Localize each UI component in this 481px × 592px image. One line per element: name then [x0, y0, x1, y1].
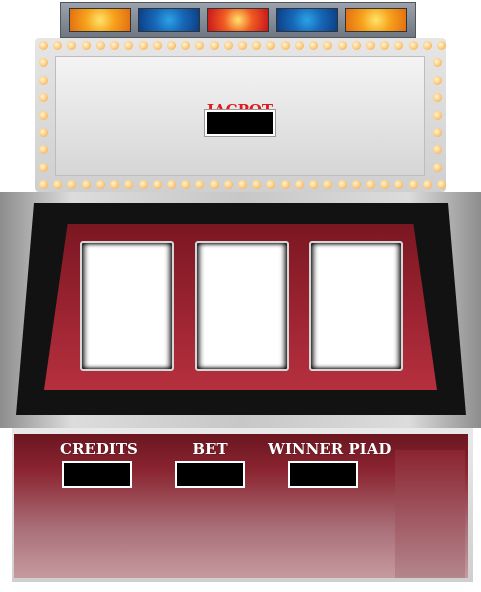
marquee-bulb-icon — [152, 41, 162, 50]
marquee-bulb-icon — [394, 180, 404, 189]
marquee-bulb-icon — [39, 162, 48, 172]
marquee-bulb-icon — [437, 41, 446, 50]
marquee-bulb-icon — [252, 41, 262, 50]
marquee-bulb-icon — [337, 180, 347, 189]
jackpot-display — [204, 109, 276, 137]
orange-lamp-icon — [345, 8, 407, 32]
marquee-bulb-icon — [365, 41, 375, 50]
marquee-bulb-icon — [422, 41, 432, 50]
marquee-bulb-icon — [95, 180, 105, 189]
marquee-bulb-icon — [323, 41, 333, 50]
marquee-bulb-icon — [53, 180, 63, 189]
bet-label: BET — [192, 440, 228, 458]
marquee-bulb-icon — [195, 41, 205, 50]
reel-1 — [80, 241, 174, 371]
marquee-bulb-icon — [209, 41, 219, 50]
marquee-bulb-icon — [422, 180, 432, 189]
credits-label: CREDITS — [60, 440, 138, 458]
marquee-bulb-icon — [280, 180, 290, 189]
marquee-bulb-icon — [238, 41, 247, 50]
marquee-bulb-icon — [433, 162, 442, 172]
marquee-bulb-icon — [110, 180, 120, 189]
marquee-bulb-icon — [181, 41, 191, 50]
panel-shade — [395, 450, 465, 578]
top-light-bar — [60, 2, 416, 38]
marquee-bulb-icon — [252, 180, 262, 189]
marquee-bulb-icon — [166, 41, 176, 50]
marquee-bulb-icon — [95, 41, 105, 50]
marquee-bulb-icon — [294, 180, 304, 189]
marquee-bulb-icon — [39, 180, 48, 189]
marquee-bulb-icon — [181, 180, 191, 189]
marquee-bulb-icon — [380, 41, 390, 50]
marquee-bulb-icon — [166, 180, 176, 189]
marquee-bulb-icon — [110, 41, 120, 50]
blue-lamp-icon — [276, 8, 338, 32]
marquee-bulb-icon — [365, 180, 375, 189]
marquee-bulb-icon — [294, 41, 304, 50]
marquee-bulb-icon — [266, 180, 276, 189]
marquee-bulb-icon — [209, 180, 219, 189]
marquee-bulb-icon — [280, 41, 290, 50]
marquee-bulb-icon — [433, 75, 442, 85]
marquee-bulb-icon — [309, 41, 319, 50]
winner-paid-label: WINNER PIAD — [268, 440, 392, 458]
marquee-bulb-icon — [266, 41, 276, 50]
blue-lamp-icon — [138, 8, 200, 32]
orange-lamp-icon — [69, 8, 131, 32]
marquee-bulb-icon — [433, 110, 442, 120]
marquee-bulb-icon — [433, 58, 442, 68]
marquee-bulb-icon — [39, 110, 48, 120]
marquee-bulb-icon — [337, 41, 347, 50]
marquee-bulb-icon — [81, 41, 91, 50]
marquee-bulb-icon — [380, 180, 390, 189]
marquee-bulb-icon — [53, 41, 63, 50]
marquee-bulb-icon — [152, 180, 162, 189]
marquee-bulb-icon — [67, 180, 77, 189]
winner-paid-display — [288, 461, 358, 488]
marquee-bulb-icon — [195, 180, 205, 189]
marquee-bulb-icon — [67, 41, 77, 50]
marquee-bulb-icon — [39, 93, 48, 103]
marquee-bulb-icon — [138, 180, 148, 189]
marquee-bulb-icon — [433, 145, 442, 155]
marquee-bulb-icon — [39, 41, 48, 50]
marquee-bulb-icon — [124, 41, 134, 50]
marquee-bulb-icon — [39, 145, 48, 155]
marquee-bulb-icon — [309, 180, 319, 189]
marquee-bulb-icon — [39, 75, 48, 85]
marquee-bulb-icon — [433, 93, 442, 103]
marquee-bulb-icon — [124, 180, 134, 189]
reel-3 — [309, 241, 403, 371]
marquee-bulb-icon — [351, 41, 361, 50]
marquee-bulb-icon — [81, 180, 91, 189]
marquee-bulb-icon — [408, 41, 418, 50]
marquee-bulb-icon — [433, 127, 442, 137]
marquee-bulb-icon — [39, 127, 48, 137]
bet-display — [175, 461, 245, 488]
red-lamp-icon — [207, 8, 269, 32]
marquee-bulb-icon — [39, 58, 48, 68]
reel-2 — [195, 241, 289, 371]
marquee-bulb-icon — [223, 41, 233, 50]
marquee-bulb-icon — [437, 180, 446, 189]
marquee-bulb-icon — [223, 180, 233, 189]
marquee-bulb-icon — [351, 180, 361, 189]
marquee-bulb-icon — [238, 180, 247, 189]
marquee-bulb-icon — [323, 180, 333, 189]
marquee-bulb-icon — [138, 41, 148, 50]
marquee-bulb-icon — [408, 180, 418, 189]
marquee-bulb-icon — [394, 41, 404, 50]
credits-display — [62, 461, 132, 488]
